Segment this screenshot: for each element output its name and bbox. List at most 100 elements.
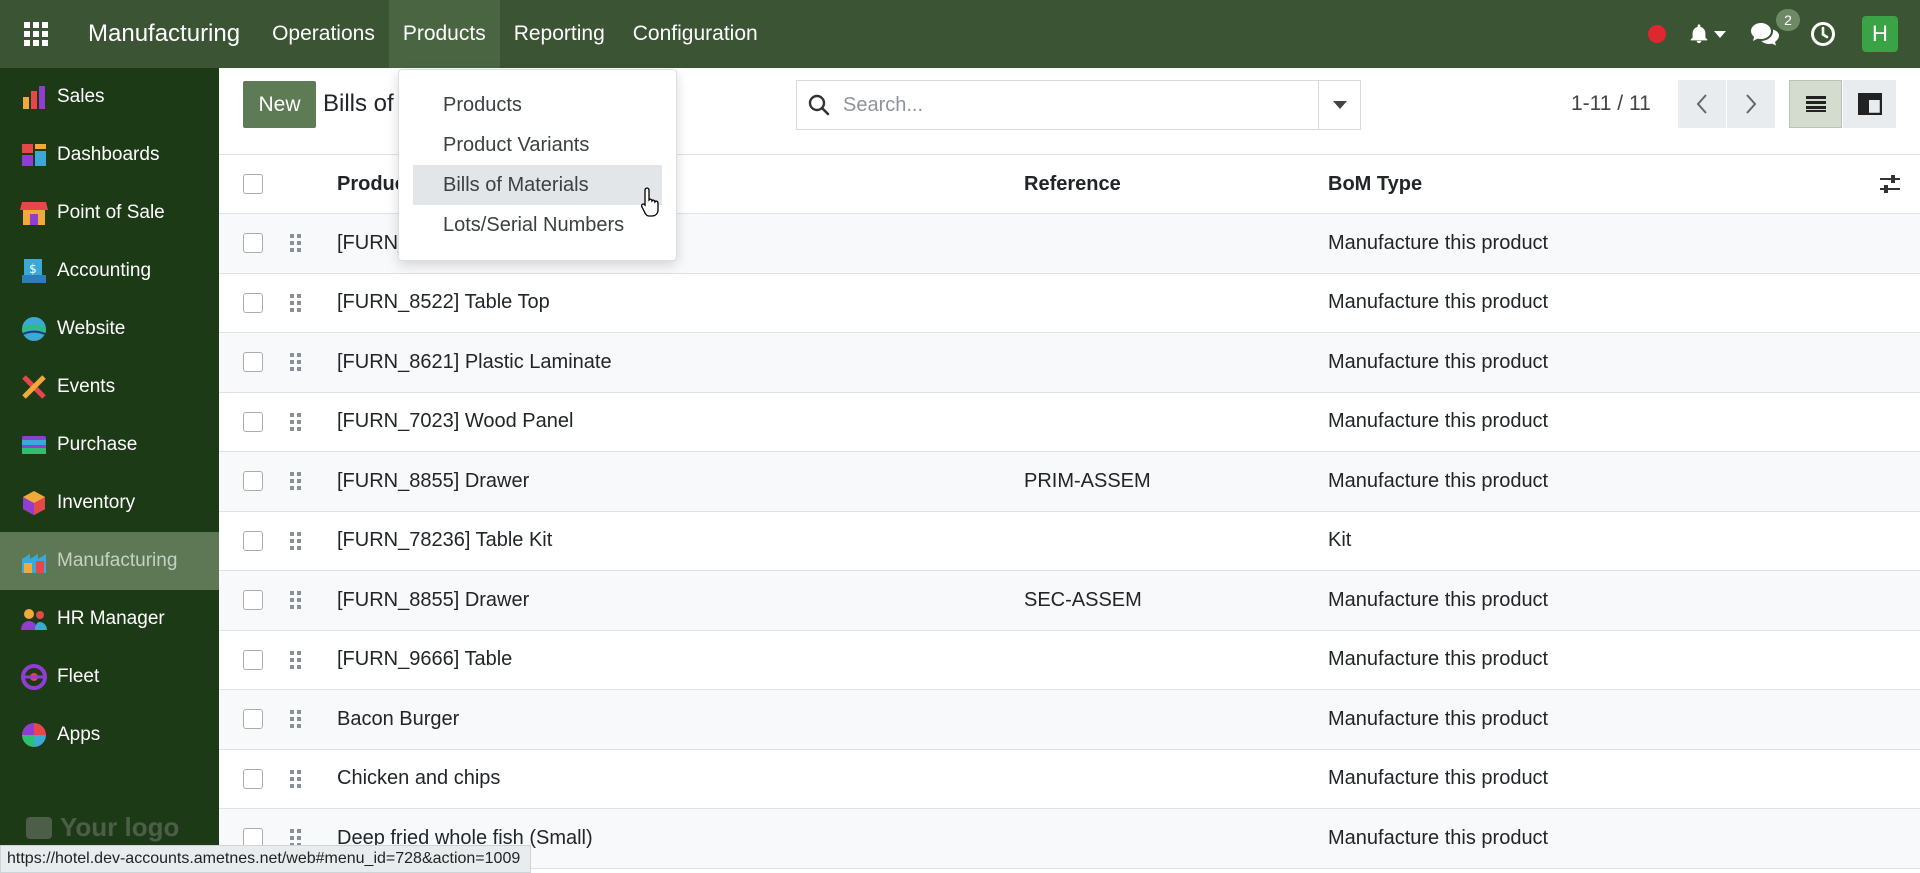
sidebar-item-sales[interactable]: Sales [0, 68, 219, 126]
menu-configuration[interactable]: Configuration [619, 0, 772, 68]
menu-operations[interactable]: Operations [258, 0, 389, 68]
table-row[interactable]: [FURN_78236] Table Kit Kit [219, 512, 1920, 571]
table-row[interactable]: [FURN_8621] Plastic Laminate Manufacture … [219, 333, 1920, 393]
cell-bom-type: Manufacture this product [1328, 291, 1549, 314]
sidebar-item-events[interactable]: Events [0, 358, 219, 416]
dropdown-item-lots-serial-numbers[interactable]: Lots/Serial Numbers [413, 205, 662, 245]
dropdown-item-product-variants[interactable]: Product Variants [413, 125, 662, 165]
drag-handle-icon[interactable] [287, 591, 337, 610]
drag-handle-icon[interactable] [287, 472, 337, 491]
sidebar-item-hr-manager[interactable]: HR Manager [0, 590, 219, 648]
kanban-icon [1857, 93, 1882, 115]
row-checkbox[interactable] [243, 233, 263, 254]
sidebar-item-manufacturing[interactable]: Manufacturing [0, 532, 219, 590]
pager-previous-button[interactable] [1678, 80, 1726, 128]
cell-bom-type: Kit [1328, 529, 1352, 552]
list-view-button[interactable] [1789, 80, 1842, 128]
cell-bom-type: Manufacture this product [1328, 826, 1549, 849]
cell-product: [FURN_8855] Drawer [337, 469, 530, 492]
sidebar-item-label: Sales [57, 86, 105, 107]
sidebar-item-apps[interactable]: Apps [0, 706, 219, 764]
table-row[interactable]: [FURN_8522] Table Top Manufacture this pr… [219, 274, 1920, 333]
row-checkbox-cell [219, 471, 287, 492]
drag-handle-icon[interactable] [287, 710, 337, 729]
search-input[interactable]: Search... [841, 94, 1318, 117]
pager-next-button[interactable] [1727, 80, 1775, 128]
row-checkbox-cell [219, 352, 287, 373]
row-checkbox[interactable] [243, 292, 263, 313]
optional-columns-toggle[interactable] [1860, 173, 1920, 195]
cell-bom-type: Manufacture this product [1328, 350, 1549, 373]
chevron-down-icon [1332, 101, 1347, 109]
top-menu: Operations Products Reporting Configurat… [258, 0, 772, 68]
pager-value[interactable]: 1-11 / 11 [1571, 92, 1651, 116]
sidebar-item-label: HR Manager [57, 608, 165, 629]
drag-handle-icon[interactable] [287, 650, 337, 669]
sidebar-item-purchase[interactable]: Purchase [0, 416, 219, 474]
row-checkbox[interactable] [243, 709, 263, 730]
sidebar-item-label: Inventory [57, 492, 136, 513]
apps-menu-icon[interactable] [0, 0, 72, 68]
dropdown-item-products[interactable]: Products [413, 85, 662, 125]
user-avatar[interactable]: H [1862, 16, 1898, 52]
sidebar-item-point-of-sale[interactable]: Point of Sale [0, 184, 219, 242]
row-checkbox-cell [219, 292, 287, 313]
drag-handle-icon[interactable] [287, 234, 337, 253]
cell-reference: PRIM-ASSEM [1024, 469, 1151, 492]
column-header-reference[interactable]: Reference [1024, 173, 1328, 196]
row-checkbox-cell [219, 709, 287, 730]
drag-handle-icon[interactable] [287, 531, 337, 550]
cell-product: [FURN_9666] Table [337, 648, 513, 671]
sidebar-item-fleet[interactable]: Fleet [0, 648, 219, 706]
cell-product: [FURN_8522] Table Top [337, 291, 550, 314]
notifications-button[interactable] [1688, 23, 1726, 45]
sidebar-item-accounting[interactable]: $ Accounting [0, 242, 219, 300]
activities-button[interactable] [1810, 21, 1836, 47]
table-row[interactable]: [FURN_7023] Wood Panel Manufacture this p… [219, 393, 1920, 452]
row-checkbox[interactable] [243, 590, 263, 611]
top-navbar: Manufacturing Operations Products Report… [0, 0, 1920, 68]
drag-handle-icon[interactable] [287, 412, 337, 431]
kanban-view-button[interactable] [1843, 80, 1896, 128]
sidebar-item-label: Purchase [57, 434, 138, 455]
table-row[interactable]: [FURN_8855] Drawer SEC-ASSEM Manufacture t… [219, 571, 1920, 631]
select-all-checkbox[interactable] [243, 174, 263, 194]
messages-button[interactable]: 2 [1750, 9, 1800, 47]
row-checkbox[interactable] [243, 768, 263, 789]
sidebar-item-label: Apps [57, 724, 101, 745]
drag-handle-icon[interactable] [287, 353, 337, 372]
menu-products[interactable]: Products [388, 0, 500, 68]
apps-icon [22, 723, 46, 747]
row-checkbox[interactable] [243, 411, 263, 432]
column-header-bom-type[interactable]: BoM Type [1328, 173, 1860, 196]
table-row[interactable]: Chicken and chips Manufacture this produc… [219, 750, 1920, 809]
row-checkbox[interactable] [243, 352, 263, 373]
search-bar[interactable]: Search... [796, 80, 1361, 130]
drag-handle-icon[interactable] [287, 769, 337, 788]
row-checkbox[interactable] [243, 471, 263, 492]
app-brand[interactable]: Manufacturing [72, 20, 258, 48]
search-options-toggle[interactable] [1318, 81, 1360, 129]
row-checkbox[interactable] [243, 530, 263, 551]
chevron-left-icon [1696, 94, 1707, 114]
cell-product: [FURN_8621] Plastic Laminate [337, 350, 612, 373]
sidebar-item-inventory[interactable]: Inventory [0, 474, 219, 532]
row-checkbox-cell [219, 233, 287, 254]
menu-reporting[interactable]: Reporting [500, 0, 619, 68]
new-button[interactable]: New [243, 81, 316, 128]
cell-bom-type: Manufacture this product [1328, 588, 1549, 611]
recording-dot-icon[interactable] [1648, 25, 1666, 43]
sidebar-item-website[interactable]: Website [0, 300, 219, 358]
products-dropdown-menu: Products Product Variants Bills of Mater… [398, 69, 677, 261]
table-row[interactable]: [FURN_8855] Drawer PRIM-ASSEM Manufacture … [219, 452, 1920, 512]
drag-handle-icon[interactable] [287, 293, 337, 312]
dropdown-item-bills-of-materials[interactable]: Bills of Materials [413, 165, 662, 205]
table-row[interactable]: Bacon Burger Manufacture this product [219, 690, 1920, 750]
sidebar-item-dashboards[interactable]: Dashboards [0, 126, 219, 184]
table-row[interactable]: [FURN_9666] Table Manufacture this produc… [219, 631, 1920, 690]
svg-text:$: $ [29, 262, 37, 276]
row-checkbox-cell [219, 649, 287, 670]
sidebar-item-label: Events [57, 376, 116, 397]
list-icon [1805, 96, 1826, 112]
row-checkbox[interactable] [243, 649, 263, 670]
